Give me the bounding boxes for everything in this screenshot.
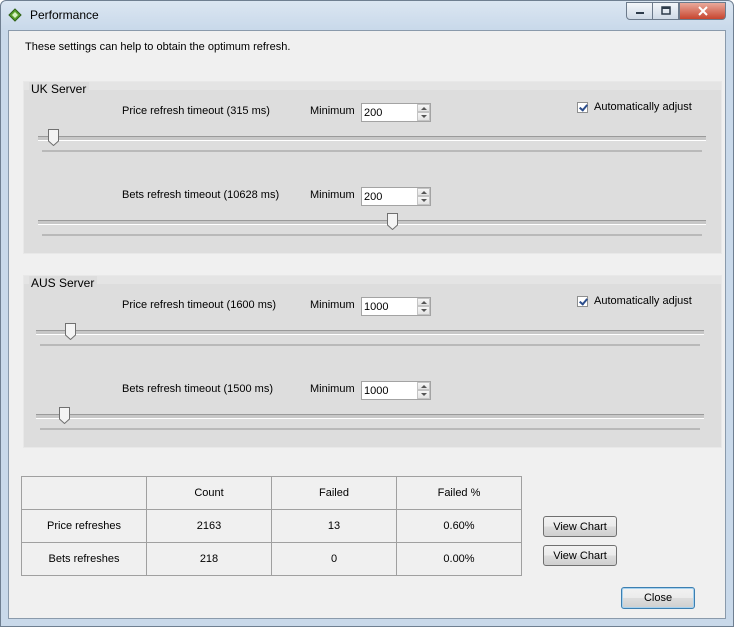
- performance-window: Performance These settings can help to o…: [0, 0, 734, 627]
- uk-price-slider-ticks: [42, 150, 702, 152]
- aus-server-title: AUS Server: [29, 276, 98, 290]
- uk-server-group: UK Server Price refresh timeout (315 ms)…: [23, 81, 722, 254]
- failed-pct-cell: 0.60%: [396, 509, 522, 543]
- row-name-cell: Bets refreshes: [21, 542, 147, 576]
- uk-bets-slider-track[interactable]: [38, 220, 706, 225]
- count-cell: 218: [146, 542, 272, 576]
- aus-price-min-stepper: [361, 297, 431, 316]
- table-header-cell: [21, 476, 147, 510]
- aus-bets-timeout-label: Bets refresh timeout (1500 ms): [122, 383, 274, 395]
- failed-cell: 13: [271, 509, 397, 543]
- price-view-chart-button[interactable]: View Chart: [543, 516, 617, 537]
- aus-bets-slider-ticks: [40, 428, 700, 430]
- arrow-up-icon: [420, 384, 427, 388]
- failed-cell: 0: [271, 542, 397, 576]
- aus-price-min-up-button[interactable]: [417, 298, 430, 306]
- table-header-cell: Failed %: [396, 476, 522, 510]
- arrow-down-icon: [420, 115, 427, 118]
- aus-price-min-input[interactable]: [362, 298, 416, 315]
- uk-price-slider-track[interactable]: [38, 136, 706, 141]
- intro-text: These settings can help to obtain the op…: [25, 41, 291, 53]
- arrow-up-icon: [420, 106, 427, 110]
- uk-server-title: UK Server: [29, 82, 90, 96]
- failed-pct-cell: 0.00%: [396, 542, 522, 576]
- uk-price-min-stepper: [361, 103, 431, 122]
- uk-auto-adjust-checkbox[interactable]: Automatically adjust: [577, 101, 692, 113]
- uk-auto-adjust-label: Automatically adjust: [594, 101, 692, 113]
- uk-bets-min-label: Minimum: [310, 189, 355, 201]
- uk-price-timeout-label: Price refresh timeout (315 ms): [122, 105, 270, 117]
- aus-price-min-label: Minimum: [310, 299, 355, 311]
- uk-bets-min-up-button[interactable]: [417, 188, 430, 196]
- table-row: Bets refreshes 218 0 0.00%: [21, 542, 522, 576]
- refresh-stats-table: Count Failed Failed % Price refreshes 21…: [21, 476, 522, 576]
- aus-bets-slider-track[interactable]: [36, 414, 704, 419]
- aus-bets-min-label: Minimum: [310, 383, 355, 395]
- arrow-down-icon: [420, 309, 427, 312]
- aus-bets-min-input[interactable]: [362, 382, 416, 399]
- aus-bets-min-down-button[interactable]: [417, 390, 430, 399]
- aus-bets-min-up-button[interactable]: [417, 382, 430, 390]
- table-header-cell: Failed: [271, 476, 397, 510]
- arrow-up-icon: [420, 190, 427, 194]
- uk-bets-timeout-label: Bets refresh timeout (10628 ms): [122, 189, 280, 201]
- table-header-cell: Count: [146, 476, 272, 510]
- uk-bets-min-input[interactable]: [362, 188, 416, 205]
- table-row: Price refreshes 2163 13 0.60%: [21, 509, 522, 543]
- uk-bets-slider-thumb[interactable]: [386, 213, 398, 230]
- row-name-cell: Price refreshes: [21, 509, 147, 543]
- title-bar[interactable]: Performance: [1, 1, 733, 29]
- table-header-row: Count Failed Failed %: [21, 476, 522, 510]
- group-header-band: [24, 82, 721, 90]
- window-title: Performance: [30, 8, 99, 22]
- bets-view-chart-button[interactable]: View Chart: [543, 545, 617, 566]
- uk-bets-min-stepper: [361, 187, 431, 206]
- aus-auto-adjust-checkbox[interactable]: Automatically adjust: [577, 295, 692, 307]
- uk-price-min-label: Minimum: [310, 105, 355, 117]
- arrow-up-icon: [420, 300, 427, 304]
- app-diamond-icon: [8, 8, 22, 22]
- uk-price-min-down-button[interactable]: [417, 112, 430, 121]
- aus-price-slider-thumb[interactable]: [65, 323, 77, 340]
- minimize-button[interactable]: [626, 2, 653, 20]
- group-header-band: [24, 276, 721, 284]
- aus-price-slider-ticks: [40, 344, 700, 346]
- close-window-button[interactable]: [679, 2, 726, 20]
- count-cell: 2163: [146, 509, 272, 543]
- close-icon: [697, 6, 708, 16]
- aus-price-slider-track[interactable]: [36, 330, 704, 335]
- uk-bets-min-down-button[interactable]: [417, 196, 430, 205]
- aus-server-group: AUS Server Price refresh timeout (1600 m…: [23, 275, 722, 448]
- uk-price-slider-thumb[interactable]: [47, 129, 59, 146]
- uk-price-min-input[interactable]: [362, 104, 416, 121]
- checkbox-checked-icon: [577, 101, 588, 113]
- minimize-icon: [635, 12, 644, 14]
- uk-price-min-up-button[interactable]: [417, 104, 430, 112]
- aus-bets-slider-thumb[interactable]: [58, 407, 70, 424]
- checkbox-checked-icon: [577, 295, 588, 307]
- close-button[interactable]: Close: [621, 587, 695, 609]
- aus-auto-adjust-label: Automatically adjust: [594, 295, 692, 307]
- aus-price-timeout-label: Price refresh timeout (1600 ms): [122, 299, 277, 311]
- arrow-down-icon: [420, 393, 427, 396]
- dialog-client: These settings can help to obtain the op…: [8, 30, 726, 619]
- arrow-down-icon: [420, 199, 427, 202]
- maximize-icon: [660, 6, 671, 15]
- maximize-button[interactable]: [652, 2, 679, 20]
- aus-price-min-down-button[interactable]: [417, 306, 430, 315]
- uk-bets-slider-ticks: [42, 234, 702, 236]
- aus-bets-min-stepper: [361, 381, 431, 400]
